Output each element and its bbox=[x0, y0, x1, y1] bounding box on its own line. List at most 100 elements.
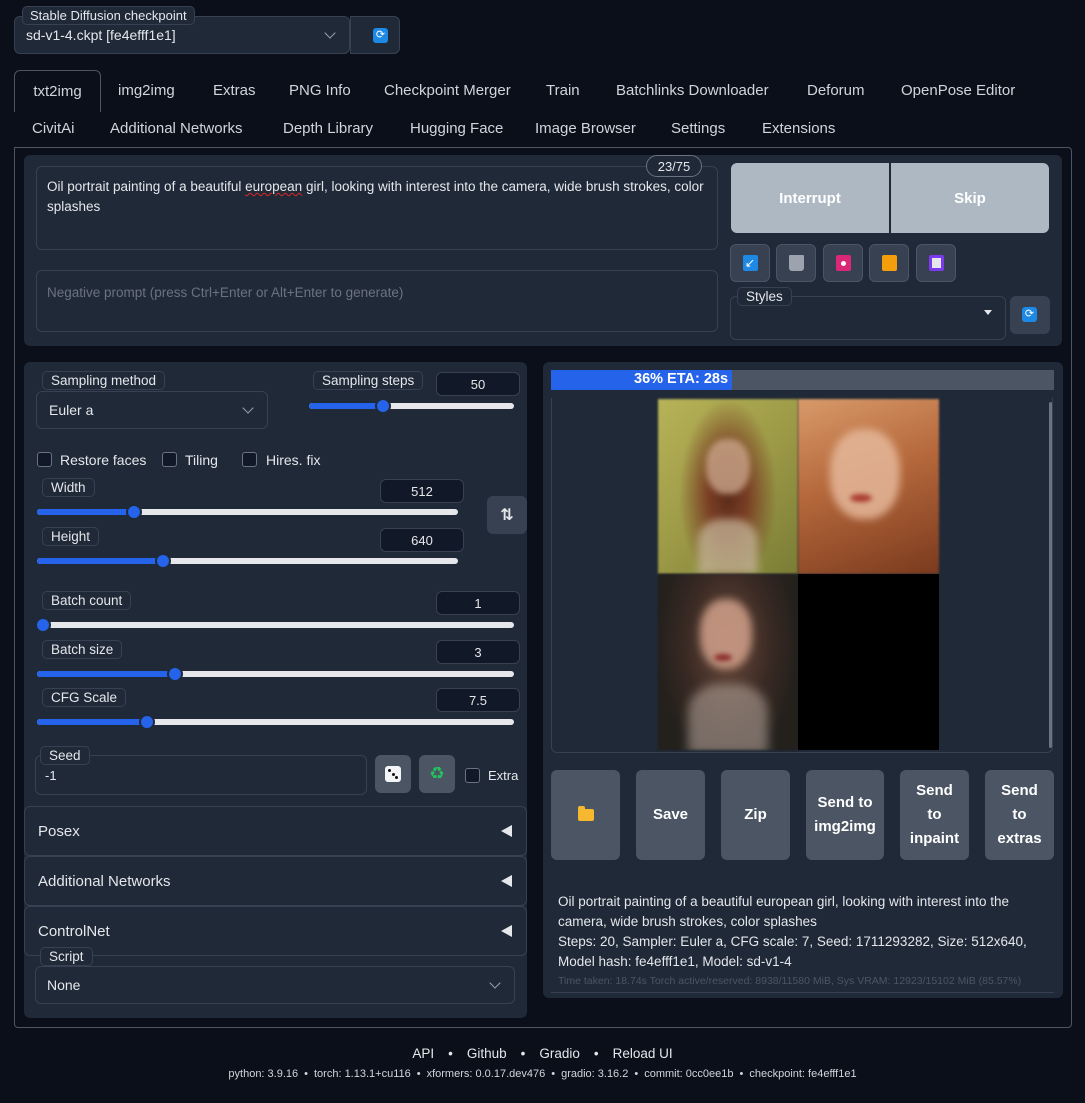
tab-batchlinks-downloader[interactable]: Batchlinks Downloader bbox=[616, 82, 769, 99]
send-to-extras-button[interactable]: Send to extras bbox=[985, 770, 1054, 860]
width-input[interactable]: 512 bbox=[380, 479, 464, 503]
tab-image-browser[interactable]: Image Browser bbox=[535, 120, 636, 137]
prompt-textarea[interactable]: Oil portrait painting of a beautiful eur… bbox=[36, 166, 718, 250]
cfg-scale-input[interactable]: 7.5 bbox=[436, 688, 520, 712]
zip-button[interactable]: Zip bbox=[721, 770, 790, 860]
separator-dot: • bbox=[634, 1068, 639, 1080]
slider-thumb[interactable] bbox=[375, 398, 391, 414]
tab-additional-networks[interactable]: Additional Networks bbox=[110, 120, 243, 137]
slider-thumb[interactable] bbox=[35, 617, 51, 633]
width-label: Width bbox=[42, 478, 95, 497]
script-dropdown[interactable] bbox=[35, 966, 515, 1004]
tab-depth-library[interactable]: Depth Library bbox=[283, 120, 373, 137]
cfg-scale-slider[interactable] bbox=[37, 714, 514, 730]
progress-text: 36% ETA: 28s bbox=[634, 371, 729, 387]
generated-image-grid[interactable] bbox=[658, 399, 939, 750]
slider-thumb[interactable] bbox=[139, 714, 155, 730]
skip-button[interactable]: Skip bbox=[891, 163, 1049, 233]
tab-hugging-face[interactable]: Hugging Face bbox=[410, 120, 503, 137]
tab-png-info[interactable]: PNG Info bbox=[289, 82, 351, 99]
slider-thumb[interactable] bbox=[167, 666, 183, 682]
batch-size-label: Batch size bbox=[42, 640, 123, 659]
slider-thumb[interactable] bbox=[155, 553, 171, 569]
gallery-scrollbar[interactable] bbox=[1049, 402, 1052, 748]
batch-size-slider[interactable] bbox=[37, 666, 514, 682]
tab-openpose-editor[interactable]: OpenPose Editor bbox=[901, 82, 1015, 99]
token-counter: 23/75 bbox=[646, 155, 702, 177]
sampling-steps-input[interactable]: 50 bbox=[436, 372, 520, 396]
additional-networks-accordion[interactable]: Additional Networks bbox=[24, 856, 527, 906]
save-style-button[interactable] bbox=[916, 244, 956, 282]
styles-label: Styles bbox=[737, 287, 792, 306]
tiling-checkbox[interactable] bbox=[162, 452, 177, 467]
gradio-link[interactable]: Gradio bbox=[539, 1046, 580, 1061]
batch-size-input[interactable]: 3 bbox=[436, 640, 520, 664]
sampling-steps-slider[interactable] bbox=[309, 398, 514, 414]
height-input[interactable]: 640 bbox=[380, 528, 464, 552]
checkpoint-label: Stable Diffusion checkpoint bbox=[22, 6, 195, 25]
python-version: python: 3.9.16 bbox=[228, 1068, 299, 1080]
extra-seed-checkbox[interactable] bbox=[465, 768, 480, 783]
prompt-text: Oil portrait painting of a beautiful bbox=[47, 179, 246, 194]
commit-hash: commit: 0cc0ee1b bbox=[644, 1068, 734, 1080]
height-slider[interactable] bbox=[37, 553, 458, 569]
trash-icon bbox=[788, 255, 804, 271]
collapse-triangle-icon bbox=[501, 875, 512, 887]
checkpoint-value[interactable]: sd-v1-4.ckpt [fe4efff1e1] bbox=[26, 27, 176, 43]
gradio-version: gradio: 3.16.2 bbox=[561, 1068, 629, 1080]
controlnet-accordion[interactable]: ControlNet bbox=[24, 906, 527, 956]
generation-prompt-text: Oil portrait painting of a beautiful eur… bbox=[558, 894, 1010, 929]
hires-fix-checkbox[interactable] bbox=[242, 452, 257, 467]
generation-timing-text: Time taken: 18.74s Torch active/reserved… bbox=[558, 975, 1022, 987]
tiling-label: Tiling bbox=[185, 452, 218, 468]
checkpoint-hash: checkpoint: fe4efff1e1 bbox=[749, 1068, 857, 1080]
random-seed-button[interactable] bbox=[375, 755, 411, 793]
open-folder-button[interactable] bbox=[551, 770, 620, 860]
arrow-down-left-icon: ↙ bbox=[742, 255, 758, 271]
tab-settings[interactable]: Settings bbox=[671, 120, 725, 137]
separator-dot: • bbox=[551, 1068, 556, 1080]
hires-fix-label: Hires. fix bbox=[266, 452, 321, 468]
collapse-triangle-icon bbox=[501, 825, 512, 837]
apply-style-button[interactable] bbox=[869, 244, 909, 282]
script-label: Script bbox=[40, 947, 93, 966]
batch-count-slider[interactable] bbox=[35, 617, 514, 633]
show-extra-networks-button[interactable] bbox=[823, 244, 863, 282]
refresh-checkpoint-button[interactable]: ⟳ bbox=[350, 16, 400, 54]
clear-prompt-button[interactable] bbox=[776, 244, 816, 282]
reload-ui-link[interactable]: Reload UI bbox=[613, 1046, 673, 1061]
separator-dot: • bbox=[416, 1068, 421, 1080]
slider-thumb[interactable] bbox=[126, 504, 142, 520]
sampling-steps-label: Sampling steps bbox=[313, 371, 424, 390]
api-link[interactable]: API bbox=[412, 1046, 434, 1061]
tab-extras[interactable]: Extras bbox=[213, 82, 256, 99]
save-button[interactable]: Save bbox=[636, 770, 705, 860]
separator-dot: • bbox=[520, 1046, 526, 1061]
posex-accordion[interactable]: Posex bbox=[24, 806, 527, 856]
tab-civitai[interactable]: CivitAi bbox=[32, 120, 75, 137]
generated-image-3[interactable] bbox=[658, 574, 798, 750]
height-label: Height bbox=[42, 527, 100, 546]
send-to-inpaint-button[interactable]: Send to inpaint bbox=[900, 770, 969, 860]
reuse-seed-button[interactable]: ♻ bbox=[419, 755, 455, 793]
tab-deforum[interactable]: Deforum bbox=[807, 82, 865, 99]
read-generation-params-button[interactable]: ↙ bbox=[730, 244, 770, 282]
tab-txt2img[interactable]: txt2img bbox=[14, 70, 101, 112]
send-to-img2img-button[interactable]: Send to img2img bbox=[806, 770, 884, 860]
tab-img2img[interactable]: img2img bbox=[118, 82, 175, 99]
github-link[interactable]: Github bbox=[467, 1046, 507, 1061]
refresh-styles-button[interactable]: ⟳ bbox=[1010, 296, 1050, 334]
tab-checkpoint-merger[interactable]: Checkpoint Merger bbox=[384, 82, 511, 99]
restore-faces-checkbox[interactable] bbox=[37, 452, 52, 467]
batch-count-input[interactable]: 1 bbox=[436, 591, 520, 615]
posex-label: Posex bbox=[38, 822, 80, 840]
generated-image-2[interactable] bbox=[798, 399, 939, 574]
interrupt-button[interactable]: Interrupt bbox=[731, 163, 889, 233]
generated-image-1[interactable] bbox=[658, 399, 798, 574]
tab-train[interactable]: Train bbox=[546, 82, 580, 99]
negative-prompt-textarea[interactable]: Negative prompt (press Ctrl+Enter or Alt… bbox=[36, 270, 718, 332]
restore-faces-label: Restore faces bbox=[60, 452, 147, 468]
width-slider[interactable] bbox=[37, 504, 458, 520]
tab-extensions[interactable]: Extensions bbox=[762, 120, 835, 137]
swap-dimensions-button[interactable]: ⇅ bbox=[487, 496, 527, 534]
